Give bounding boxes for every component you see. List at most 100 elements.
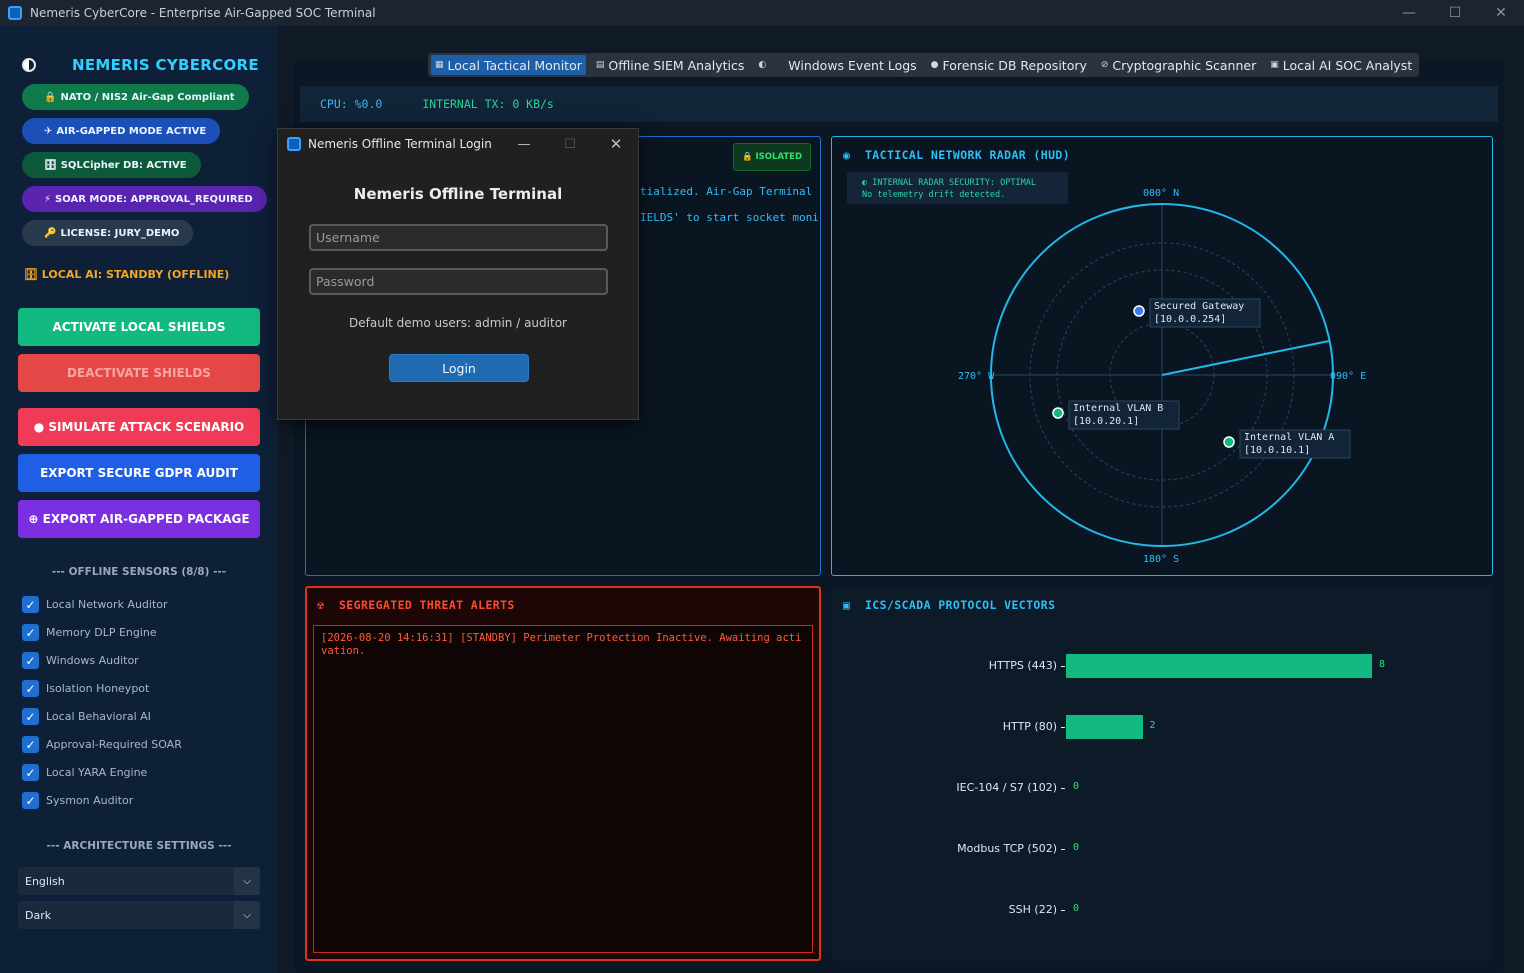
checkbox-checked-icon[interactable]: ✓ bbox=[22, 764, 39, 781]
checkbox-checked-icon[interactable]: ✓ bbox=[22, 596, 39, 613]
radar-icon: ◉ bbox=[843, 148, 851, 162]
checkbox-checked-icon[interactable]: ✓ bbox=[22, 708, 39, 725]
theme-select[interactable]: Dark ⌵ bbox=[18, 901, 260, 929]
key-icon: 🔑 bbox=[44, 227, 57, 239]
bar-category-label: HTTPS (443) bbox=[988, 659, 1057, 672]
sensor-label: Approval-Required SOAR bbox=[46, 738, 182, 751]
chevron-down-icon[interactable]: ⌵ bbox=[234, 867, 260, 895]
sensor-item[interactable]: ✓ Local Network Auditor bbox=[22, 596, 168, 613]
db-status-badge: 🗄 SQLCipher DB: ACTIVE bbox=[22, 152, 201, 178]
ics-title-text: ICS/SCADA PROTOCOL VECTORS bbox=[864, 598, 1056, 612]
password-input[interactable] bbox=[309, 268, 608, 295]
license-badge: 🔑 LICENSE: JURY_DEMO bbox=[22, 220, 194, 246]
bar-value-label: 2 bbox=[1149, 720, 1156, 731]
tab-local-tactical-monitor[interactable]: ▦ Local Tactical Monitor bbox=[431, 55, 586, 75]
export-gdpr-audit-button[interactable]: EXPORT SECURE GDPR AUDIT bbox=[18, 454, 260, 492]
tab-label: Cryptographic Scanner bbox=[1112, 57, 1257, 73]
simulate-attack-button[interactable]: ● SIMULATE ATTACK SCENARIO bbox=[18, 408, 260, 446]
checkbox-checked-icon[interactable]: ✓ bbox=[22, 652, 39, 669]
login-maximize-button: ☐ bbox=[564, 136, 576, 152]
tab-local-ai-soc-analyst[interactable]: ▣ Local AI SOC Analyst bbox=[1266, 55, 1416, 75]
sensor-item[interactable]: ✓ Windows Auditor bbox=[22, 652, 139, 669]
username-input[interactable] bbox=[309, 224, 608, 251]
sensor-label: Isolation Honeypot bbox=[46, 682, 150, 695]
chevron-down-icon[interactable]: ⌵ bbox=[234, 901, 260, 929]
axis-tick bbox=[1061, 788, 1065, 789]
plane-icon: ✈ bbox=[44, 125, 53, 137]
tab-label: Offline SIEM Analytics bbox=[608, 57, 745, 73]
alerts-log[interactable] bbox=[313, 625, 813, 953]
chart-icon: ▤ bbox=[595, 60, 605, 70]
alert-entry: [2026-08-20 14:16:31] [STANDBY] Perimete… bbox=[321, 632, 802, 657]
sensor-label: Sysmon Auditor bbox=[46, 794, 134, 807]
window-title: Nemeris CyberCore - Enterprise Air-Gappe… bbox=[30, 6, 376, 20]
contrast-icon: ◐ bbox=[758, 60, 767, 70]
soar-mode-label: SOAR MODE: APPROVAL_REQUIRED bbox=[55, 193, 253, 205]
checkbox-checked-icon[interactable]: ✓ bbox=[22, 680, 39, 697]
sensor-item[interactable]: ✓ Local YARA Engine bbox=[22, 764, 147, 781]
login-minimize-button[interactable]: — bbox=[501, 129, 547, 159]
compliance-badge: 🔒 NATO / NIS2 Air-Gap Compliant bbox=[22, 84, 249, 110]
terminal-line: IELDS' to start socket moni bbox=[640, 211, 819, 224]
checkbox-checked-icon[interactable]: ✓ bbox=[22, 792, 39, 809]
login-close-button[interactable]: ✕ bbox=[593, 129, 639, 159]
soar-mode-badge: ⚡ SOAR MODE: APPROVAL_REQUIRED bbox=[22, 186, 267, 212]
sensor-item[interactable]: ✓ Local Behavioral AI bbox=[22, 708, 151, 725]
sensors-section-title: --- OFFLINE SENSORS (8/8) --- bbox=[51, 566, 227, 578]
axis-tick bbox=[1061, 666, 1065, 667]
tab-offline-siem-analytics[interactable]: ▤ Offline SIEM Analytics bbox=[592, 55, 749, 75]
sensor-label: Memory DLP Engine bbox=[46, 626, 157, 639]
radiation-icon: ☢ bbox=[317, 598, 325, 612]
tab-label: Forensic DB Repository bbox=[942, 57, 1087, 73]
sidebar: NEMERIS CYBERCORE 🔒 NATO / NIS2 Air-Gap C… bbox=[0, 26, 278, 973]
export-airgapped-package-button[interactable]: ⊕ EXPORT AIR-GAPPED PACKAGE bbox=[18, 500, 260, 538]
tab-label: Local Tactical Monitor bbox=[447, 57, 582, 73]
bolt-icon: ⚡ bbox=[44, 193, 52, 205]
status-bar: CPU: %0.0 INTERNAL TX: 0 KB/s bbox=[300, 86, 1498, 122]
login-button[interactable]: Login bbox=[389, 354, 529, 382]
brand-name: NEMERIS CYBERCORE bbox=[72, 56, 259, 74]
alerts-title-text: SEGREGATED THREAT ALERTS bbox=[338, 598, 515, 612]
brand-logo-icon bbox=[22, 58, 36, 72]
language-value: English bbox=[25, 874, 65, 888]
login-heading: Nemeris Offline Terminal bbox=[353, 185, 563, 203]
lock-icon: 🔒 bbox=[44, 91, 57, 103]
checkbox-checked-icon[interactable]: ✓ bbox=[22, 624, 39, 641]
sensor-item[interactable]: ✓ Approval-Required SOAR bbox=[22, 736, 182, 753]
deactivate-shields-button[interactable]: DEACTIVATE SHIELDS bbox=[18, 354, 260, 392]
app-icon bbox=[8, 6, 22, 20]
robot-icon: ▣ bbox=[1270, 60, 1279, 70]
sensor-label: Local Network Auditor bbox=[46, 598, 168, 611]
bar-value-label: 8 bbox=[1379, 659, 1386, 670]
minimize-button[interactable]: — bbox=[1386, 0, 1432, 26]
radar-title-text: TACTICAL NETWORK RADAR (HUD) bbox=[864, 148, 1071, 162]
radar-title: ◉ TACTICAL NETWORK RADAR (HUD) bbox=[843, 148, 1070, 162]
sensor-label: Local Behavioral AI bbox=[46, 710, 151, 723]
alerts-title: ☢ SEGREGATED THREAT ALERTS bbox=[317, 598, 515, 612]
sensor-item[interactable]: ✓ Sysmon Auditor bbox=[22, 792, 133, 809]
ics-icon: ▣ bbox=[843, 598, 851, 612]
sensor-item[interactable]: ✓ Memory DLP Engine bbox=[22, 624, 157, 641]
scanner-icon: ⊘ bbox=[1100, 60, 1109, 70]
brand: NEMERIS CYBERCORE bbox=[22, 56, 259, 74]
tab-windows-event-logs[interactable]: ◐ Windows Event Logs bbox=[754, 55, 920, 75]
local-ai-status: 🗄 LOCAL AI: STANDBY (OFFLINE) bbox=[24, 268, 230, 281]
compliance-badge-label: NATO / NIS2 Air-Gap Compliant bbox=[60, 91, 235, 103]
axis-tick bbox=[1061, 727, 1065, 728]
sensor-item[interactable]: ✓ Isolation Honeypot bbox=[22, 680, 149, 697]
sensor-label: Windows Auditor bbox=[46, 654, 139, 667]
bar-value-label: 0 bbox=[1073, 781, 1080, 792]
tab-cryptographic-scanner[interactable]: ⊘ Cryptographic Scanner bbox=[1097, 55, 1260, 75]
monitor-icon: ▦ bbox=[435, 60, 444, 70]
language-select[interactable]: English ⌵ bbox=[18, 867, 260, 895]
activate-shields-button[interactable]: ACTIVATE LOCAL SHIELDS bbox=[18, 308, 260, 346]
tab-label: Local AI SOC Analyst bbox=[1282, 57, 1413, 73]
app-icon bbox=[287, 137, 301, 151]
maximize-button[interactable]: ☐ bbox=[1432, 0, 1478, 26]
tab-forensic-db-repository[interactable]: ● Forensic DB Repository bbox=[927, 55, 1091, 75]
bar bbox=[1066, 654, 1372, 678]
checkbox-checked-icon[interactable]: ✓ bbox=[22, 736, 39, 753]
architecture-section-title: --- ARCHITECTURE SETTINGS --- bbox=[46, 840, 232, 852]
close-button[interactable]: ✕ bbox=[1478, 0, 1524, 26]
tab-bar: ▦ Local Tactical Monitor ▤ Offline SIEM An… bbox=[428, 53, 1420, 77]
